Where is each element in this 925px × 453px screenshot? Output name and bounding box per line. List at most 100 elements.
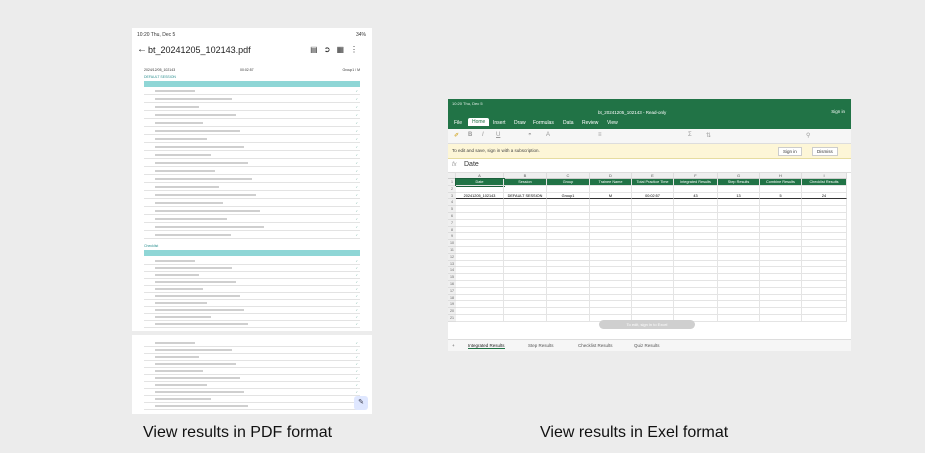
table-cell[interactable] xyxy=(547,281,590,288)
table-cell[interactable] xyxy=(760,315,802,322)
header-cell[interactable]: Session xyxy=(504,179,547,186)
table-cell[interactable] xyxy=(674,274,718,281)
table-cell[interactable] xyxy=(456,274,504,281)
table-cell[interactable] xyxy=(760,294,802,302)
table-cell[interactable] xyxy=(632,206,674,213)
table-cell[interactable] xyxy=(547,185,590,193)
table-cell[interactable] xyxy=(718,185,760,193)
table-cell[interactable] xyxy=(674,260,718,268)
tab-file[interactable]: File xyxy=(454,120,462,126)
table-cell[interactable] xyxy=(590,267,632,275)
table-cell[interactable] xyxy=(802,219,847,227)
header-cell[interactable]: Trainee Name xyxy=(590,179,632,186)
table-cell[interactable] xyxy=(590,281,632,288)
table-cell[interactable] xyxy=(590,240,632,247)
table-cell[interactable] xyxy=(674,267,718,275)
table-cell[interactable] xyxy=(802,213,847,220)
table-cell[interactable] xyxy=(632,213,674,220)
table-cell[interactable] xyxy=(456,233,504,241)
table-cell[interactable] xyxy=(632,219,674,227)
header-cell[interactable]: Group xyxy=(547,179,590,186)
table-cell[interactable] xyxy=(718,247,760,254)
table-cell[interactable] xyxy=(456,226,504,234)
table-cell[interactable] xyxy=(802,267,847,275)
table-cell[interactable] xyxy=(802,199,847,207)
table-cell[interactable] xyxy=(504,287,547,295)
row-header[interactable]: 11 xyxy=(448,247,456,254)
tab-review[interactable]: Review xyxy=(582,120,598,126)
table-cell[interactable] xyxy=(802,226,847,234)
table-cell[interactable] xyxy=(504,240,547,247)
table-cell[interactable] xyxy=(504,274,547,281)
table-cell[interactable] xyxy=(456,206,504,213)
table-cell[interactable]: 43 xyxy=(674,192,718,200)
table-cell[interactable] xyxy=(632,287,674,295)
bold-icon[interactable]: B xyxy=(468,132,472,138)
table-cell[interactable] xyxy=(802,315,847,322)
table-cell[interactable]: M xyxy=(590,192,632,200)
table-cell[interactable]: 13 xyxy=(718,192,760,200)
table-cell[interactable] xyxy=(760,226,802,234)
table-cell[interactable] xyxy=(718,199,760,207)
sign-in-link[interactable]: Sign in xyxy=(831,109,845,114)
table-cell[interactable] xyxy=(590,308,632,315)
table-cell[interactable] xyxy=(718,226,760,234)
search-icon[interactable]: ⚲ xyxy=(806,132,810,139)
table-cell[interactable] xyxy=(802,301,847,309)
table-cell[interactable] xyxy=(760,213,802,220)
table-cell[interactable] xyxy=(547,199,590,207)
row-header[interactable]: 19 xyxy=(448,301,456,309)
table-cell[interactable] xyxy=(718,287,760,295)
table-cell[interactable] xyxy=(802,294,847,302)
fill-color-icon[interactable]: ◓ xyxy=(528,132,532,138)
header-cell[interactable]: Step Results xyxy=(718,179,760,186)
more-icon[interactable]: ⋮ xyxy=(350,45,364,54)
table-cell[interactable] xyxy=(674,213,718,220)
format-painter-icon[interactable]: ✐ xyxy=(454,132,459,139)
sheet-tab[interactable]: Quiz Results xyxy=(634,343,660,348)
table-cell[interactable] xyxy=(590,233,632,241)
table-cell[interactable]: Group1 xyxy=(547,192,590,200)
table-cell[interactable] xyxy=(760,308,802,315)
table-cell[interactable] xyxy=(802,274,847,281)
table-cell[interactable]: 24 xyxy=(802,192,847,200)
table-cell[interactable] xyxy=(632,294,674,302)
table-cell[interactable] xyxy=(718,267,760,275)
table-cell[interactable] xyxy=(504,294,547,302)
formula-bar[interactable]: fx Date xyxy=(448,159,851,173)
table-cell[interactable] xyxy=(632,247,674,254)
table-cell[interactable] xyxy=(802,240,847,247)
table-cell[interactable] xyxy=(674,240,718,247)
table-cell[interactable] xyxy=(760,267,802,275)
table-cell[interactable] xyxy=(456,240,504,247)
sign-in-button[interactable]: Sign in xyxy=(778,147,802,156)
header-cell[interactable]: Combine Results xyxy=(760,179,802,186)
table-cell[interactable] xyxy=(760,274,802,281)
sheet-tab[interactable]: Step Results xyxy=(528,343,554,348)
table-cell[interactable] xyxy=(504,281,547,288)
table-cell[interactable] xyxy=(760,287,802,295)
table-cell[interactable] xyxy=(760,247,802,254)
row-header[interactable]: 13 xyxy=(448,260,456,268)
table-cell[interactable] xyxy=(547,247,590,254)
table-cell[interactable] xyxy=(590,287,632,295)
table-cell[interactable] xyxy=(760,219,802,227)
table-cell[interactable] xyxy=(718,260,760,268)
table-cell[interactable] xyxy=(547,274,590,281)
table-cell[interactable] xyxy=(760,301,802,309)
header-cell[interactable]: Integrated Results xyxy=(674,179,718,186)
table-cell[interactable] xyxy=(590,247,632,254)
table-cell[interactable] xyxy=(718,219,760,227)
header-cell[interactable]: Checklist Results xyxy=(802,179,847,186)
row-header[interactable]: 7 xyxy=(448,219,456,227)
row-header[interactable]: 1 xyxy=(448,179,456,186)
table-cell[interactable] xyxy=(456,247,504,254)
underline-icon[interactable]: U xyxy=(496,132,500,138)
row-header[interactable]: 21 xyxy=(448,315,456,322)
row-header[interactable]: 16 xyxy=(448,281,456,288)
table-cell[interactable] xyxy=(456,294,504,302)
table-cell[interactable] xyxy=(456,301,504,309)
table-cell[interactable] xyxy=(547,315,590,322)
table-cell[interactable] xyxy=(590,260,632,268)
table-cell[interactable] xyxy=(632,226,674,234)
